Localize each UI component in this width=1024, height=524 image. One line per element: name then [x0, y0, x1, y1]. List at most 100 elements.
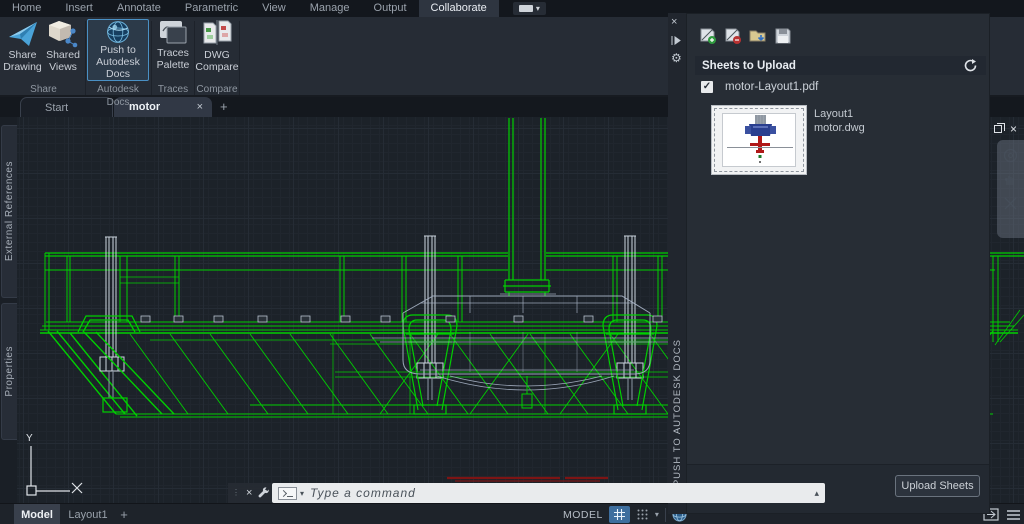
- dwg-compare-button[interactable]: DWG Compare: [196, 19, 238, 81]
- button-label: Traces: [157, 47, 189, 59]
- button-label: Views: [49, 61, 77, 73]
- plus-icon: +: [120, 507, 128, 522]
- close-palette-icon[interactable]: ×: [671, 17, 677, 28]
- navbar-controls: ×: [994, 122, 1017, 136]
- tab-annotate[interactable]: Annotate: [105, 0, 173, 17]
- section-title: Sheets to Upload: [695, 60, 796, 72]
- button-label: Compare: [195, 61, 238, 73]
- snap-dots-icon: [636, 508, 649, 521]
- ribbon-display-toggle[interactable]: ▾: [513, 2, 546, 15]
- autodesk-docs-globe-icon: [103, 20, 133, 44]
- layout1-tab[interactable]: Layout1: [62, 504, 114, 524]
- command-input[interactable]: ▾ Type a command ▴: [272, 483, 825, 503]
- customization-menu-icon[interactable]: [1006, 509, 1021, 521]
- command-placeholder: Type a command: [310, 486, 416, 500]
- sheet-list-item[interactable]: ✓ motor-Layout1.pdf: [701, 81, 818, 93]
- tab-start-page[interactable]: Start: [20, 97, 113, 117]
- ribbon-group-share[interactable]: Share: [2, 83, 85, 96]
- sheet-source-file: motor.dwg: [814, 121, 865, 135]
- ribbon-group-traces[interactable]: Traces: [152, 83, 194, 96]
- ribbon-separator: [239, 21, 240, 95]
- dwg-compare-icon: [201, 19, 233, 49]
- tab-label: motor: [129, 101, 160, 113]
- sheet-thumbnail[interactable]: [711, 105, 807, 175]
- tab-view[interactable]: View: [250, 0, 298, 17]
- new-drawing-icon[interactable]: +: [220, 99, 228, 114]
- model-space-tab[interactable]: Model: [14, 504, 60, 524]
- ribbon-group-autodesk-docs[interactable]: Autodesk Docs: [86, 83, 150, 96]
- tab-label: Properties: [4, 346, 15, 397]
- snap-mode-toggle[interactable]: [636, 508, 649, 521]
- palette-title-bar[interactable]: × ⚙ PUSH TO AUTODESK DOCS: [668, 13, 686, 514]
- pan-hand-icon[interactable]: [1003, 172, 1018, 187]
- upload-sheets-button[interactable]: Upload Sheets: [895, 475, 980, 497]
- steering-wheel-icon[interactable]: [1003, 148, 1018, 163]
- sheet-checkbox[interactable]: ✓: [701, 81, 713, 93]
- auto-hide-icon[interactable]: [671, 35, 682, 46]
- navigation-bar[interactable]: [997, 140, 1024, 238]
- sheet-layout-name: Layout1: [814, 107, 865, 121]
- command-prompt-icon[interactable]: [278, 487, 297, 500]
- grid-icon: [613, 508, 626, 521]
- close-viewport-icon[interactable]: ×: [1010, 122, 1017, 136]
- recent-commands-dropdown-icon[interactable]: ▾: [300, 489, 304, 498]
- gear-icon[interactable]: ⚙: [671, 53, 682, 64]
- tab-collaborate[interactable]: Collaborate: [419, 0, 499, 17]
- sheets-to-upload-header: Sheets to Upload: [695, 56, 986, 75]
- command-history-up-icon[interactable]: ▴: [814, 488, 819, 499]
- tab-label: Layout1: [68, 509, 107, 521]
- sidebar-tab-properties[interactable]: Properties: [1, 303, 17, 440]
- sheet-meta: Layout1 motor.dwg: [814, 107, 865, 135]
- remove-sheet-icon[interactable]: [724, 27, 742, 45]
- sidebar-tab-external-references[interactable]: External References: [1, 125, 17, 298]
- share-drawing-paper-plane-icon: [7, 19, 39, 49]
- chevron-down-icon: ▾: [536, 4, 540, 13]
- thumbnail-page: [722, 113, 796, 167]
- autocad-window: Y × Home Insert Annotate Parametric View…: [0, 0, 1024, 524]
- button-label: Palette: [157, 59, 190, 71]
- button-label: DWG: [204, 49, 230, 61]
- traces-palette-icon: [158, 19, 188, 47]
- tab-insert[interactable]: Insert: [53, 0, 105, 17]
- palette-toolbar: [699, 27, 792, 45]
- traces-palette-button[interactable]: Traces Palette: [153, 19, 193, 81]
- tab-output[interactable]: Output: [362, 0, 419, 17]
- palette-body: Sheets to Upload ✓ motor-Layout1.pdf: [686, 13, 990, 514]
- snap-settings-dropdown-icon[interactable]: ▾: [655, 510, 659, 519]
- drag-handle-icon[interactable]: ⋮: [232, 491, 240, 495]
- close-tab-icon[interactable]: ×: [197, 101, 203, 113]
- tab-label: External References: [4, 161, 15, 261]
- button-label: Autodesk Docs: [88, 56, 148, 80]
- restore-window-icon[interactable]: [994, 125, 1002, 133]
- shared-views-cube-icon: [47, 19, 79, 49]
- motor-preview-graphic: [723, 114, 797, 168]
- tab-label: Start: [45, 102, 68, 114]
- button-label: Push to: [100, 44, 136, 56]
- grid-display-toggle[interactable]: [609, 506, 630, 523]
- save-icon[interactable]: [774, 27, 792, 45]
- tab-manage[interactable]: Manage: [298, 0, 362, 17]
- sheet-file-name: motor-Layout1.pdf: [725, 81, 818, 93]
- new-layout-icon[interactable]: +: [116, 504, 132, 524]
- push-to-autodesk-docs-button[interactable]: Push to Autodesk Docs: [87, 19, 149, 81]
- tab-label: Model: [21, 509, 53, 521]
- open-folder-icon[interactable]: [749, 27, 767, 45]
- shared-views-button[interactable]: Shared Views: [44, 19, 82, 81]
- button-label: Share: [8, 49, 36, 61]
- button-label: Drawing: [3, 61, 42, 73]
- left-palette-strip: External References Properties: [0, 117, 17, 524]
- tab-parametric[interactable]: Parametric: [173, 0, 250, 17]
- status-separator: [665, 508, 666, 522]
- push-to-autodesk-docs-palette: × ⚙ PUSH TO AUTODESK DOCS: [668, 13, 990, 514]
- customize-wrench-icon[interactable]: [258, 487, 270, 499]
- model-space-indicator[interactable]: MODEL: [563, 509, 603, 521]
- refresh-icon[interactable]: [963, 58, 978, 73]
- tab-home[interactable]: Home: [0, 0, 53, 17]
- palette-vertical-title: PUSH TO AUTODESK DOCS: [668, 339, 686, 486]
- close-command-line-icon[interactable]: ×: [246, 487, 252, 499]
- add-sheet-icon[interactable]: [699, 27, 717, 45]
- zoom-extents-icon[interactable]: [1003, 196, 1018, 211]
- ucs-y-label: Y: [26, 433, 33, 444]
- ribbon-group-compare[interactable]: Compare: [195, 83, 239, 96]
- share-drawing-button[interactable]: Share Drawing: [2, 19, 43, 81]
